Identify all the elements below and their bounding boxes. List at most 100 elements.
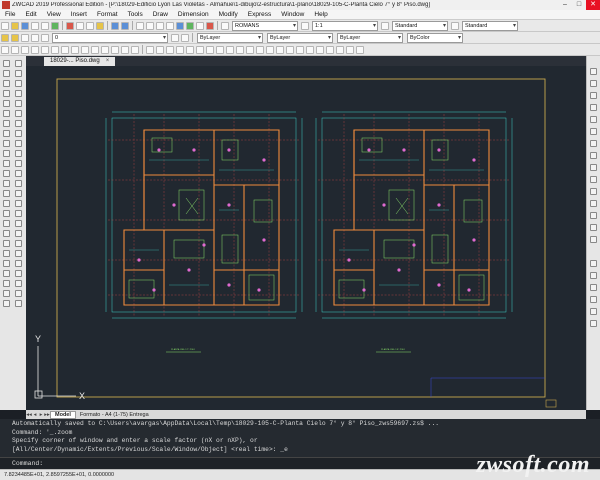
- revision-cloud-icon[interactable]: [15, 90, 22, 97]
- dim-angular-icon[interactable]: [206, 45, 214, 54]
- stretch-icon[interactable]: [15, 190, 22, 197]
- cut-icon[interactable]: [66, 21, 74, 30]
- snap-tangent-icon[interactable]: [91, 45, 99, 54]
- ellipse-arc-icon[interactable]: [3, 110, 10, 117]
- snap-nearest-icon[interactable]: [101, 45, 109, 54]
- dim-center-mark-icon[interactable]: [266, 45, 274, 54]
- open-file-icon[interactable]: [11, 21, 19, 30]
- copy-icon[interactable]: [76, 21, 84, 30]
- view-top-icon[interactable]: [590, 68, 597, 75]
- copy-object-icon[interactable]: [3, 160, 10, 167]
- table-icon[interactable]: [15, 140, 22, 147]
- dim-aligned-icon[interactable]: [156, 45, 164, 54]
- id-point-icon[interactable]: [15, 280, 22, 287]
- color-combo[interactable]: ByLayer: [197, 32, 263, 43]
- slice-icon[interactable]: [590, 320, 597, 327]
- dim-diameter-icon[interactable]: [196, 45, 204, 54]
- gradient-icon[interactable]: [15, 130, 22, 137]
- extend-icon[interactable]: [15, 200, 22, 207]
- tool-palettes-icon[interactable]: [196, 21, 204, 30]
- menu-express[interactable]: Express: [243, 11, 276, 18]
- trim-icon[interactable]: [3, 200, 10, 207]
- snap-quadrant-icon[interactable]: [41, 45, 49, 54]
- extrude-icon[interactable]: [590, 260, 597, 267]
- paste-icon[interactable]: [86, 21, 94, 30]
- tab-formato-a4[interactable]: Formato - A4 (1-75) Entrega: [76, 412, 153, 418]
- menu-insert[interactable]: Insert: [66, 11, 92, 18]
- plotstyle-combo[interactable]: ByColor: [407, 32, 463, 43]
- snap-none-icon[interactable]: [121, 45, 129, 54]
- splinedit-icon[interactable]: [15, 230, 22, 237]
- chamfer-icon[interactable]: [336, 45, 344, 54]
- union-icon[interactable]: [590, 284, 597, 291]
- pedit-icon[interactable]: [3, 230, 10, 237]
- mtext-icon[interactable]: [3, 150, 10, 157]
- menu-view[interactable]: View: [42, 11, 66, 18]
- zoom-previous-icon[interactable]: [166, 21, 174, 30]
- properties-icon[interactable]: [176, 21, 184, 30]
- menu-window[interactable]: Window: [276, 11, 309, 18]
- view-front-icon[interactable]: [590, 116, 597, 123]
- arc-icon[interactable]: [15, 80, 22, 87]
- dim-baseline-icon[interactable]: [226, 45, 234, 54]
- quick-select-icon[interactable]: [15, 290, 22, 297]
- point-icon[interactable]: [15, 120, 22, 127]
- pan-icon[interactable]: [136, 21, 144, 30]
- measure-icon[interactable]: [3, 220, 10, 227]
- view-bottom-icon[interactable]: [590, 80, 597, 87]
- dim-linear-icon[interactable]: [146, 45, 154, 54]
- massprop-icon[interactable]: [3, 290, 10, 297]
- menu-dimension[interactable]: Dimension: [173, 11, 214, 18]
- array-icon[interactable]: [15, 170, 22, 177]
- menu-draw[interactable]: Draw: [148, 11, 173, 18]
- dim-arc-icon[interactable]: [166, 45, 174, 54]
- font-combo[interactable]: ROMANS: [232, 20, 298, 31]
- divide-icon[interactable]: [15, 210, 22, 217]
- match-properties-icon[interactable]: [96, 21, 104, 30]
- dim-edit-icon[interactable]: [276, 45, 284, 54]
- publish-icon[interactable]: [51, 21, 59, 30]
- tab-model[interactable]: Model: [50, 410, 76, 419]
- zoom-window-icon[interactable]: [156, 21, 164, 30]
- dim-radius-icon[interactable]: [186, 45, 194, 54]
- snap-insert-icon[interactable]: [71, 45, 79, 54]
- snap-intersection-icon[interactable]: [51, 45, 59, 54]
- snap-perpendicular-icon[interactable]: [81, 45, 89, 54]
- menu-tools[interactable]: Tools: [123, 11, 148, 18]
- layer-previous-icon[interactable]: [181, 33, 189, 42]
- join-icon[interactable]: [326, 45, 334, 54]
- subtract-icon[interactable]: [590, 296, 597, 303]
- fillet-icon[interactable]: [346, 45, 354, 54]
- annotation-scale-icon[interactable]: [301, 21, 309, 30]
- line-icon[interactable]: [3, 60, 10, 67]
- layout-icon[interactable]: [590, 200, 597, 207]
- xref-icon[interactable]: [3, 260, 10, 267]
- snap-endpoint-icon[interactable]: [1, 45, 9, 54]
- scale-icon[interactable]: [3, 190, 10, 197]
- view-iso-icon[interactable]: [590, 140, 597, 147]
- menu-file[interactable]: File: [0, 11, 20, 18]
- polygon-icon[interactable]: [15, 70, 22, 77]
- intersect-icon[interactable]: [590, 308, 597, 315]
- area-icon[interactable]: [15, 270, 22, 277]
- layer-freeze-icon[interactable]: [31, 33, 39, 42]
- construction-line-icon[interactable]: [15, 60, 22, 67]
- dim-style-manager-icon[interactable]: [306, 45, 314, 54]
- dim-update-icon[interactable]: [296, 45, 304, 54]
- view-back-icon[interactable]: [590, 128, 597, 135]
- rectangle-icon[interactable]: [3, 80, 10, 87]
- erase-icon[interactable]: [15, 150, 22, 157]
- group-icon[interactable]: [3, 300, 10, 307]
- layer-state-icon[interactable]: [11, 33, 19, 42]
- layer-on-icon[interactable]: [21, 33, 29, 42]
- layer-lock-icon[interactable]: [41, 33, 49, 42]
- snap-midpoint-icon[interactable]: [11, 45, 19, 54]
- redo-icon[interactable]: [121, 21, 129, 30]
- offset-icon[interactable]: [3, 170, 10, 177]
- layer-manager-icon[interactable]: [1, 33, 9, 42]
- make-block-icon[interactable]: [3, 120, 10, 127]
- insert-block-icon[interactable]: [15, 110, 22, 117]
- dim-leader-icon[interactable]: [246, 45, 254, 54]
- new-file-icon[interactable]: [1, 21, 9, 30]
- mirror-icon[interactable]: [15, 160, 22, 167]
